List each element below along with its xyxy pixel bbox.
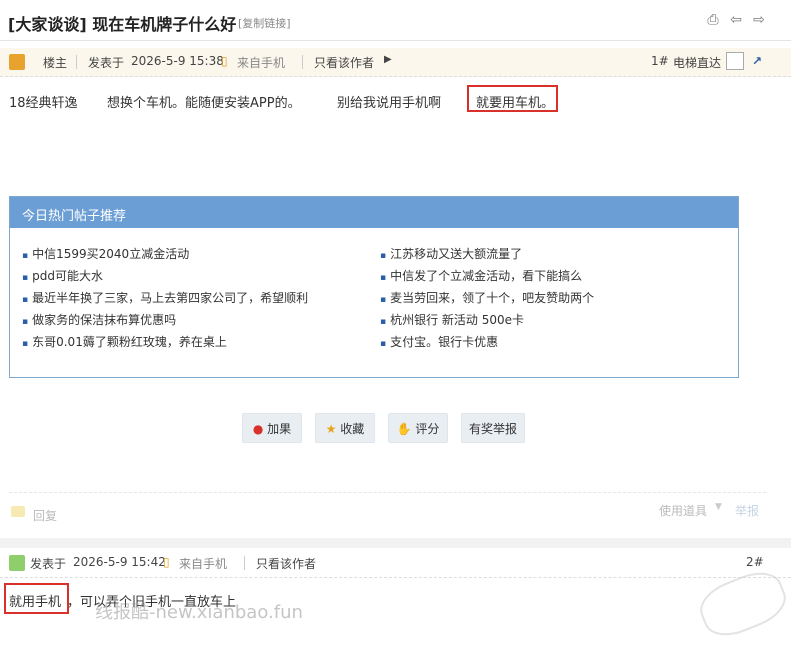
divider [302, 55, 303, 69]
favorite-label: 收藏 [340, 422, 365, 436]
hot-posts-header: 今日热门帖子推荐 [10, 197, 738, 228]
hot-post-link[interactable]: 做家务的保洁抹布算优惠吗 [22, 311, 176, 328]
user-avatar-icon[interactable] [9, 54, 25, 70]
posted-label: 发表于 [30, 557, 67, 571]
apple-icon: ● [252, 422, 264, 436]
post1-line-no-phone: 别给我说用手机啊 [337, 96, 442, 111]
poster-role: 楼主 [43, 56, 68, 70]
hot-post-link[interactable]: 最近半年换了三家，马上去第四家公司了，希望顺利 [22, 289, 308, 306]
report-link[interactable]: 举报 [735, 502, 759, 519]
prev-thread-icon[interactable]: ⇦ [728, 12, 744, 28]
post-source: 来自手机 [237, 56, 286, 70]
post-source: 来自手机 [179, 557, 228, 571]
only-author-link[interactable]: 只看该作者 [256, 555, 316, 572]
elevator-label: 电梯直达 [673, 56, 722, 70]
play-icon[interactable]: ▶ [384, 54, 392, 65]
hot-post-link[interactable]: 支付宝。银行卡优惠 [380, 333, 498, 350]
chevron-down-icon: ▼ [715, 502, 722, 512]
post2-text-phone: 就用手机 [9, 595, 62, 610]
elevator-input[interactable] [726, 52, 744, 70]
add-fruit-label: 加果 [267, 422, 292, 436]
next-thread-icon[interactable]: ⇨ [751, 12, 767, 28]
floor-number[interactable]: 2# [746, 555, 764, 569]
post1-header: 楼主 发表于 2026-5-9 15:38 ▯ 来自手机 只看该作者 ▶ 1# … [0, 48, 791, 77]
report-reward-label: 有奖举报 [468, 422, 517, 436]
post-date: 2026-5-9 15:42 [73, 555, 166, 569]
copy-link[interactable]: [复制链接] [238, 15, 291, 31]
hot-post-link[interactable]: 中信发了个立减金活动，看下能搞么 [380, 267, 582, 284]
post1-line-carunit: 就要用车机。 [476, 96, 555, 111]
hot-posts-title: 今日热门帖子推荐 [22, 209, 127, 224]
star-icon: ★ [325, 422, 337, 436]
mobile-icon: ▯ [221, 54, 228, 68]
use-tool-menu[interactable]: 使用道具 [659, 502, 707, 519]
hot-post-link[interactable]: pdd可能大水 [22, 267, 103, 284]
thread-title: [大家谈谈] 现在车机牌子什么好 [8, 15, 237, 34]
reply-link[interactable]: 回复 [33, 507, 57, 524]
hot-post-link[interactable]: 江苏移动又送大额流量了 [380, 245, 522, 262]
hot-post-link[interactable]: 麦当劳回来，领了十个，吧友赞助两个 [380, 289, 594, 306]
hot-posts-box: 今日热门帖子推荐 中信1599买2040立减金活动 pdd可能大水 最近半年换了… [9, 196, 739, 378]
divider [76, 55, 77, 69]
hot-post-link[interactable]: 杭州银行 新活动 500e卡 [380, 311, 524, 328]
divider [244, 556, 245, 570]
go-icon[interactable]: ↗ [752, 54, 762, 68]
floor-number[interactable]: 1# [651, 54, 669, 68]
post-separator [0, 538, 791, 548]
only-author-link[interactable]: 只看该作者 [314, 54, 374, 71]
printer-icon[interactable]: ⎙ [705, 12, 721, 28]
post1-line-car: 18经典轩逸 [9, 96, 78, 111]
post2-header: 发表于 2026-5-9 15:42 ▯ 来自手机 只看该作者 2# [0, 549, 791, 578]
post-date: 2026-5-9 15:38 [131, 54, 224, 68]
user-avatar-icon[interactable] [9, 555, 25, 571]
add-fruit-button[interactable]: ● 加果 [242, 413, 302, 443]
reply-bar: 回复 使用道具 ▼ 举报 [9, 492, 766, 523]
hot-post-link[interactable]: 中信1599买2040立减金活动 [22, 245, 189, 262]
thumb-icon: ✋ [396, 422, 412, 436]
mobile-icon: ▯ [163, 555, 170, 569]
rate-button[interactable]: ✋ 评分 [388, 413, 448, 443]
report-reward-button[interactable]: 有奖举报 [461, 413, 525, 443]
hot-post-link[interactable]: 东哥0.01薅了颗粉红玫瑰，养在桌上 [22, 333, 227, 350]
post1-line-want: 想换个车机。能随便安装APP的。 [107, 96, 301, 111]
watermark: 线报酷-new.xianbao.fun [95, 602, 303, 623]
posted-label: 发表于 [88, 56, 125, 70]
rate-label: 评分 [415, 422, 440, 436]
favorite-button[interactable]: ★ 收藏 [315, 413, 375, 443]
reply-icon [11, 506, 25, 517]
